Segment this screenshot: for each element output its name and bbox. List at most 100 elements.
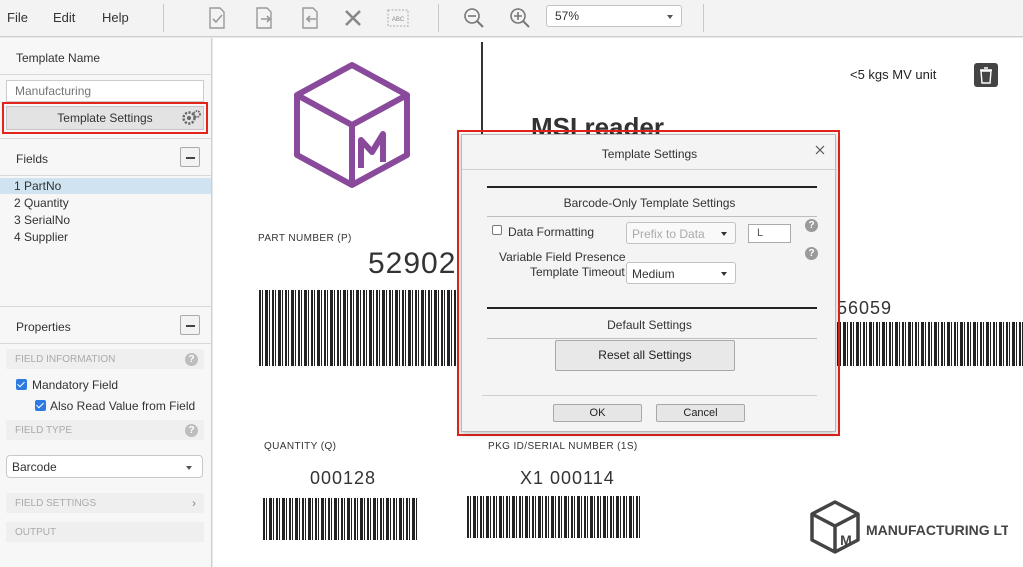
delete-x-icon[interactable] xyxy=(341,6,365,30)
data-formatting-label: Data Formatting xyxy=(508,225,595,239)
prefix-select-value: Prefix to Data xyxy=(632,227,705,241)
properties-collapse-button[interactable] xyxy=(180,315,200,335)
abc-text-icon[interactable]: ABC xyxy=(386,6,410,30)
output-label[interactable]: OUTPUT xyxy=(6,522,204,542)
chevron-down-icon xyxy=(667,15,673,19)
template-settings-button-label: Template Settings xyxy=(57,111,153,125)
canvas-divider xyxy=(481,42,483,142)
toolbar-separator xyxy=(703,4,704,32)
supplier-value: 56059 xyxy=(837,298,893,318)
mandatory-field-checkbox[interactable] xyxy=(16,379,27,390)
field-item-quantity[interactable]: 2 Quantity xyxy=(0,195,211,211)
field-type-value: Barcode xyxy=(12,460,57,474)
template-timeout-value: Medium xyxy=(632,267,675,281)
section-rule xyxy=(487,186,817,188)
toolbar: File Edit Help ABC 57% xyxy=(0,0,1023,37)
template-settings-dialog: Template Settings Barcode-Only Template … xyxy=(461,134,837,432)
mandatory-field-row[interactable]: Mandatory Field xyxy=(16,378,118,392)
gear-settings-icon[interactable] xyxy=(180,108,202,128)
fields-collapse-button[interactable] xyxy=(180,147,200,167)
field-item-serialno[interactable]: 3 SerialNo xyxy=(0,212,211,228)
divider xyxy=(0,175,211,176)
also-read-value-row[interactable]: Also Read Value from Field xyxy=(35,399,195,413)
serial-barcode xyxy=(467,496,641,538)
field-type-label: FIELD TYPE ? xyxy=(6,420,204,440)
cube-logo-icon xyxy=(294,62,410,188)
left-panel: Template Name Template Settings Fields 1… xyxy=(0,38,212,567)
chevron-down-icon xyxy=(721,232,727,236)
help-icon[interactable]: ? xyxy=(805,219,818,232)
part-number-value: 52902 xyxy=(368,247,457,280)
part-number-barcode xyxy=(259,290,459,366)
cancel-button[interactable]: Cancel xyxy=(656,404,745,422)
part-number-label: PART NUMBER (P) xyxy=(258,233,352,244)
menu-edit[interactable]: Edit xyxy=(53,10,75,25)
toolbar-separator xyxy=(163,4,164,32)
field-information-label: FIELD INFORMATION ? xyxy=(6,349,204,369)
template-name-input[interactable] xyxy=(6,80,204,102)
fields-header: Fields xyxy=(0,139,211,175)
serial-value: X1 000114 xyxy=(520,468,615,488)
dialog-title: Template Settings xyxy=(601,147,698,161)
chevron-down-icon xyxy=(186,466,192,470)
recycle-bin-icon xyxy=(974,63,998,87)
help-icon[interactable]: ? xyxy=(805,247,818,260)
field-information-text: FIELD INFORMATION xyxy=(15,354,116,365)
data-formatting-checkbox[interactable] xyxy=(492,225,502,235)
menu-file[interactable]: File xyxy=(7,10,28,25)
serial-label: PKG ID/SERIAL NUMBER (1S) xyxy=(488,441,638,452)
variable-field-label: Variable Field Presence xyxy=(499,250,626,264)
check-document-icon[interactable] xyxy=(205,6,229,30)
export-document-icon[interactable] xyxy=(298,6,322,30)
unit-text: <5 kgs MV unit xyxy=(850,67,937,82)
properties-header-label: Properties xyxy=(16,320,71,334)
fields-header-label: Fields xyxy=(16,152,49,166)
template-name-header: Template Name xyxy=(0,38,211,74)
section-rule xyxy=(487,216,817,217)
output-text: OUTPUT xyxy=(15,527,57,538)
field-type-text: FIELD TYPE xyxy=(15,425,73,436)
company-logo: M MANUFACTURING LTD xyxy=(810,500,1008,554)
chevron-right-icon: › xyxy=(192,496,196,510)
section-rule xyxy=(487,338,817,339)
reset-all-settings-button[interactable]: Reset all Settings xyxy=(555,340,735,371)
zoom-out-icon[interactable] xyxy=(462,6,486,30)
quantity-value: 000128 xyxy=(310,468,377,488)
chevron-down-icon xyxy=(721,272,727,276)
field-item-partno[interactable]: 1 PartNo xyxy=(0,178,211,194)
divider xyxy=(0,343,211,344)
zoom-select[interactable]: 57% xyxy=(546,5,682,27)
properties-header: Properties xyxy=(0,307,211,343)
import-document-icon[interactable] xyxy=(252,6,276,30)
also-read-value-label: Also Read Value from Field xyxy=(50,399,196,413)
field-type-select[interactable]: Barcode xyxy=(6,455,203,478)
mandatory-field-label: Mandatory Field xyxy=(32,378,119,392)
toolbar-separator xyxy=(438,4,439,32)
field-item-supplier[interactable]: 4 Supplier xyxy=(0,229,211,245)
field-settings-label[interactable]: FIELD SETTINGS › xyxy=(6,493,204,513)
template-settings-button[interactable]: Template Settings xyxy=(6,106,204,130)
close-icon[interactable] xyxy=(813,143,827,157)
dialog-divider xyxy=(462,169,837,170)
zoom-value: 57% xyxy=(555,9,580,23)
dialog-divider xyxy=(482,395,817,396)
quantity-label: QUANTITY (Q) xyxy=(264,441,337,452)
supplier-barcode xyxy=(837,322,1023,366)
help-icon[interactable]: ? xyxy=(185,424,198,437)
menu-help[interactable]: Help xyxy=(102,10,129,25)
field-settings-text: FIELD SETTINGS xyxy=(15,498,97,509)
also-read-value-checkbox[interactable] xyxy=(35,400,46,411)
zoom-in-icon[interactable] xyxy=(508,6,532,30)
template-timeout-label: Template Timeout xyxy=(530,265,625,279)
quantity-barcode xyxy=(263,498,419,540)
company-name: MANUFACTURING LTD xyxy=(866,522,1008,538)
section-rule xyxy=(487,307,817,309)
default-section-title: Default Settings xyxy=(607,318,692,332)
template-timeout-select[interactable]: Medium xyxy=(626,262,736,284)
prefix-input[interactable]: L xyxy=(748,224,791,243)
svg-text:ABC: ABC xyxy=(392,17,405,23)
help-icon[interactable]: ? xyxy=(185,353,198,366)
prefix-select[interactable]: Prefix to Data xyxy=(626,222,736,244)
divider xyxy=(0,74,211,75)
ok-button[interactable]: OK xyxy=(553,404,642,422)
